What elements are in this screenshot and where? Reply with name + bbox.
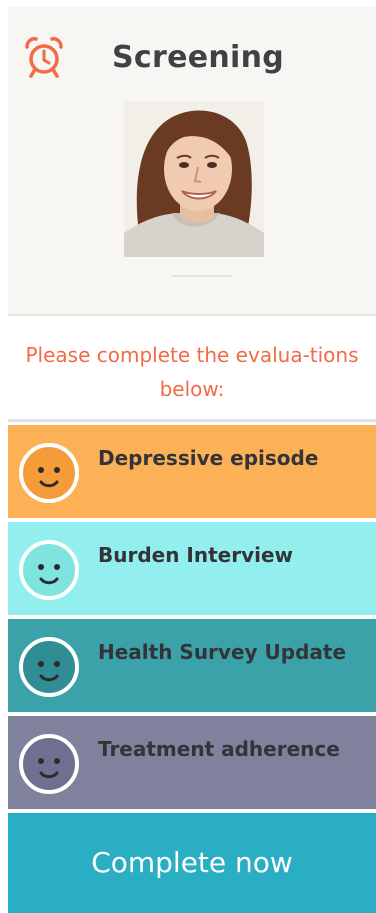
instructions-area: Please complete the evalua-tions below: [8,314,376,424]
evaluation-label: Burden Interview [98,543,294,567]
instructions-text: Please complete the evalua-tions below: [25,343,359,401]
evaluation-item-burden-interview[interactable]: Burden Interview [8,522,376,615]
evaluation-item-health-survey-update[interactable]: Health Survey Update [8,619,376,712]
smiley-face-icon [19,540,79,600]
page-title: Screening [112,40,285,75]
evaluation-label: Health Survey Update [98,640,347,664]
alarm-clock-icon[interactable] [24,36,64,78]
evaluation-label: Depressive episode [98,446,319,470]
smiley-face-icon [19,734,79,794]
screening-panel: Screening Please complete the evalua-tio… [8,7,376,913]
screening-header: Screening [8,7,376,314]
complete-now-button[interactable]: Complete now [8,813,376,913]
smiley-face-icon [19,443,79,503]
smiley-face-icon [19,637,79,697]
evaluation-item-treatment-adherence[interactable]: Treatment adherence [8,716,376,809]
evaluation-list: Depressive episode Burden Interview Heal… [8,425,376,813]
patient-avatar [124,101,264,257]
avatar-underline [172,275,232,277]
section-divider [8,419,376,422]
evaluation-label: Treatment adherence [98,737,340,761]
evaluation-item-depressive-episode[interactable]: Depressive episode [8,425,376,518]
